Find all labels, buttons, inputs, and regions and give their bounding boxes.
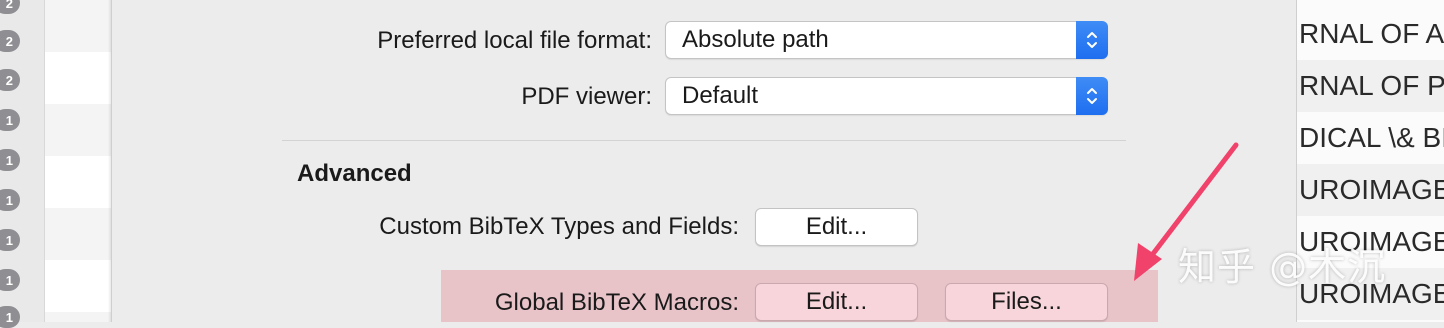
local-file-format-value: Absolute path: [682, 26, 829, 53]
global-macros-edit-button[interactable]: Edit...: [755, 283, 918, 321]
preferences-dialog: Preferred local file format: Absolute pa…: [112, 0, 1296, 322]
count-badge: 2: [0, 0, 20, 14]
journal-cell: UROIMAGE: [1297, 164, 1444, 216]
count-badge: 1: [0, 189, 20, 211]
journal-cell: RNAL OF A: [1299, 18, 1444, 49]
background-list-left: 2 2 2 1 1 1 1 1 1: [0, 0, 112, 328]
local-file-format-popup[interactable]: Absolute path: [665, 21, 1108, 59]
row-number-gutter: 2 2 2 1 1 1 1 1 1: [0, 0, 45, 328]
custom-types-edit-button[interactable]: Edit...: [755, 208, 918, 246]
journal-cell: RNAL OF P: [1297, 60, 1444, 112]
popup-chevrons-icon: [1076, 21, 1108, 59]
count-badge: 1: [0, 306, 20, 328]
global-macros-label: Global BibTeX Macros:: [494, 289, 739, 316]
count-badge: 1: [0, 109, 20, 131]
count-badge: 2: [0, 30, 20, 52]
custom-types-label: Custom BibTeX Types and Fields:: [379, 213, 739, 240]
advanced-section-title: Advanced: [297, 160, 412, 187]
pdf-viewer-popup[interactable]: Default: [665, 77, 1108, 115]
pdf-viewer-value: Default: [682, 82, 759, 109]
section-divider: [282, 140, 1126, 141]
popup-chevrons-icon: [1076, 77, 1108, 115]
count-badge: 1: [0, 149, 20, 171]
count-badge: 1: [0, 269, 20, 291]
pdf-viewer-label: PDF viewer:: [521, 83, 652, 110]
count-badge: 2: [0, 69, 20, 91]
watermark-text: 知乎 @木沉: [1178, 245, 1387, 289]
journal-cell: DICAL \& BI: [1299, 122, 1444, 153]
local-file-format-label: Preferred local file format:: [377, 27, 652, 54]
global-macros-files-button[interactable]: Files...: [945, 283, 1108, 321]
count-badge: 1: [0, 229, 20, 251]
